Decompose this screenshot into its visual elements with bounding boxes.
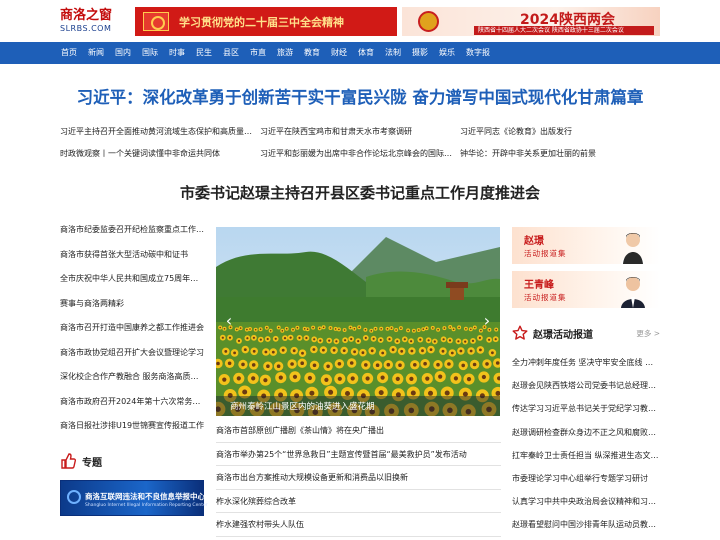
photo-caption[interactable]: 商州秦岭江山景区内的油葵进入盛花期 (230, 400, 375, 412)
thumbs-up-icon (60, 453, 77, 469)
left-news-list: 商洛市纪委监委召开纪检监察重点工作推进会 商洛市获得首张大型活动碳中和证书 全市庆祝… (60, 222, 205, 443)
top-headline[interactable]: 习近平：深化改革勇于创新苦干实干富民兴陇 奋力谱写中国式现代化甘肃篇章 (0, 84, 720, 108)
sub-news-link[interactable]: 习近平在陕西宝鸡市和甘肃天水市考察调研 (260, 124, 460, 146)
center-news-list: 商洛市首部原创广播剧《茶山情》将在央广播出 商洛市举办第25个“世界急救日”主题宣… (216, 419, 501, 537)
banner-third-plenum[interactable]: 学习贯彻党的二十届三中全会精神 (135, 7, 397, 36)
list-item[interactable]: 商洛市举办第25个“世界急救日”主题宣传暨首届“最美救护员”发布活动 (216, 443, 501, 466)
list-item[interactable]: 商洛市出台方案推动大规模设备更新和消费品以旧换新 (216, 466, 501, 490)
card-name: 王青峰 (524, 280, 554, 291)
nav-item[interactable]: 体育 (358, 42, 374, 64)
second-headline[interactable]: 市委书记赵璟主持召开县区委书记重点工作月度推进会 (0, 182, 720, 203)
nav-item[interactable]: 财经 (331, 42, 347, 64)
banner-two-sessions[interactable]: 2024陕西两会 陕西省十四届人大二次会议 陕西省政协十三届二次会议 (402, 7, 660, 36)
main-nav: 首页 新闻 国内 国际 时事 民生 县区 市直 旅游 教育 财经 体育 法制 摄影 娱乐 数字报 (0, 42, 720, 64)
party-flag-icon (143, 12, 169, 31)
list-item[interactable]: 赛事与商洛两精彩 (60, 296, 205, 321)
list-item[interactable]: 传达学习习近平总书记关于党纪学习教育重要讲话精神 (512, 397, 660, 420)
card-name: 赵璟 (524, 236, 544, 247)
nav-item[interactable]: 旅游 (277, 42, 293, 64)
list-item[interactable]: 商洛日报社涉排U19世锦赛宣传报道工作 (60, 418, 205, 443)
list-item[interactable]: 柞水深化殡葬综合改革 (216, 490, 501, 513)
list-item[interactable]: 认真学习中共中央政治局会议精神和习近平总书记重要讲话 (512, 490, 660, 513)
sub-news-link[interactable]: 习近平主持召开全面推动黄河流域生态保护和高质量发展座谈会 (60, 124, 260, 146)
right-news-list: 全力冲刺年度任务 坚决守牢安全底线 推动高质量发展赵璟会见陕西铁塔公司党委书记总… (512, 351, 660, 537)
list-item[interactable]: 深化校企合作产教融合 服务商洛高质量发展 (60, 369, 205, 394)
report-center-logo-icon (67, 490, 81, 504)
list-item[interactable]: 市委理论学习中心组举行专题学习研讨 (512, 467, 660, 490)
sub-news-link[interactable]: 时政微观察丨一个关键词读懂中非命运共同体 (60, 146, 260, 168)
sunflower-field-image (216, 227, 500, 416)
list-item[interactable]: 商洛市纪委监委召开纪检监察重点工作推进会 (60, 222, 205, 247)
avatar (621, 277, 645, 308)
sub-news-link[interactable]: 习近平同志《论教育》出版发行 (460, 124, 660, 146)
list-item[interactable]: 柞水建强农村带头人队伍 (216, 513, 501, 537)
sub-news-row: 时政微观察丨一个关键词读懂中非命运共同体 习近平和彭丽媛为出席中非合作论坛北京峰会… (60, 146, 660, 168)
sub-news-link[interactable]: 习近平和彭丽媛为出席中非合作论坛北京峰会的国际嘉宾举行欢迎宴会 (260, 146, 460, 168)
next-slide-arrow[interactable]: › (480, 309, 494, 333)
list-item[interactable]: 商洛市召开打造中国康养之都工作推进会 (60, 320, 205, 345)
list-item[interactable]: 商洛市政府召开2024年第十六次常务会议 (60, 394, 205, 419)
featured-photo-slider[interactable]: ‹ › 商州秦岭江山景区内的油葵进入盛花期 (216, 227, 500, 416)
list-item[interactable]: 赵璟调研检查群众身边不正之风和腐败问题集中整治 (512, 421, 660, 444)
photo-caption-bar: 商州秦岭江山景区内的油葵进入盛花期 (216, 396, 500, 416)
section-title: 赵璟活动报道 (533, 329, 593, 341)
sub-news-link[interactable]: 钟华论：开辟中非关系更加壮丽的前景 (460, 146, 660, 168)
nav-item[interactable]: 市直 (250, 42, 266, 64)
site-header: 商洛之窗 SLRBS.COM 学习贯彻党的二十届三中全会精神 2024陕西两会 … (0, 0, 720, 42)
list-item[interactable]: 扛牢秦岭卫士责任担当 纵深推进生态文明建设 (512, 444, 660, 467)
nav-item[interactable]: 法制 (385, 42, 401, 64)
nav-item[interactable]: 娱乐 (439, 42, 455, 64)
card-subtitle: 活动报道集 (524, 293, 567, 302)
nav-item[interactable]: 首页 (61, 42, 77, 64)
star-icon (512, 325, 528, 341)
sub-news: 习近平主持召开全面推动黄河流域生态保护和高质量发展座谈会习近平在陕西宝鸡市和甘肃… (60, 124, 660, 168)
zhao-jing-activity-header: 赵璟活动报道 更多 > (512, 323, 660, 343)
report-center-banner[interactable]: 商洛互联网违法和不良信息举报中心 Shangluo Internet Illeg… (60, 480, 208, 516)
topic-section-header: 专题 (60, 452, 205, 470)
nav-item[interactable]: 摄影 (412, 42, 428, 64)
more-link[interactable]: 更多 > (636, 328, 660, 339)
banner2-subtitle: 陕西省十四届人大二次会议 陕西省政协十三届二次会议 (474, 26, 654, 35)
list-item[interactable]: 赵璟会见陕西铁塔公司党委书记总经理一行 (512, 374, 660, 397)
list-item[interactable]: 全市庆祝中华人民共和国成立75周年文艺演出 (60, 271, 205, 296)
list-item[interactable]: 商洛市获得首张大型活动碳中和证书 (60, 247, 205, 272)
zhao-jing-report-card[interactable]: 赵璟 活动报道集 (512, 227, 660, 264)
report-center-text: 商洛互联网违法和不良信息举报中心 (85, 492, 205, 501)
wang-qingfeng-report-card[interactable]: 王青峰 活动报道集 (512, 271, 660, 308)
nav-item[interactable]: 新闻 (88, 42, 104, 64)
nav-item[interactable]: 国际 (142, 42, 158, 64)
national-emblem-icon (418, 11, 439, 32)
report-center-subtext: Shangluo Internet Illegal Information Re… (85, 503, 208, 508)
list-item[interactable]: 商洛市政协党组召开扩大会议暨理论学习 (60, 345, 205, 370)
list-item[interactable]: 商洛市首部原创广播剧《茶山情》将在央广播出 (216, 419, 501, 443)
nav-item[interactable]: 时事 (169, 42, 185, 64)
sub-news-row: 习近平主持召开全面推动黄河流域生态保护和高质量发展座谈会习近平在陕西宝鸡市和甘肃… (60, 124, 660, 146)
prev-slide-arrow[interactable]: ‹ (222, 309, 236, 333)
nav-item[interactable]: 数字报 (466, 42, 490, 64)
banner1-text: 学习贯彻党的二十届三中全会精神 (179, 16, 344, 29)
nav-item[interactable]: 国内 (115, 42, 131, 64)
nav-items: 首页 新闻 国内 国际 时事 民生 县区 市直 旅游 教育 财经 体育 法制 摄影 娱乐 数字报 (61, 42, 501, 64)
logo-cn: 商洛之窗 (60, 8, 113, 23)
card-subtitle: 活动报道集 (524, 249, 567, 258)
avatar (621, 233, 645, 264)
nav-item[interactable]: 教育 (304, 42, 320, 64)
list-item[interactable]: 全力冲刺年度任务 坚决守牢安全底线 推动高质量发展 (512, 351, 660, 374)
nav-item[interactable]: 民生 (196, 42, 212, 64)
nav-item[interactable]: 县区 (223, 42, 239, 64)
list-item[interactable]: 赵璟看望慰问中国沙排青年队运动员教练员 (512, 513, 660, 536)
logo-en: SLRBS.COM (60, 24, 112, 33)
topic-title: 专题 (82, 457, 102, 469)
site-logo[interactable]: 商洛之窗 SLRBS.COM (60, 8, 130, 36)
